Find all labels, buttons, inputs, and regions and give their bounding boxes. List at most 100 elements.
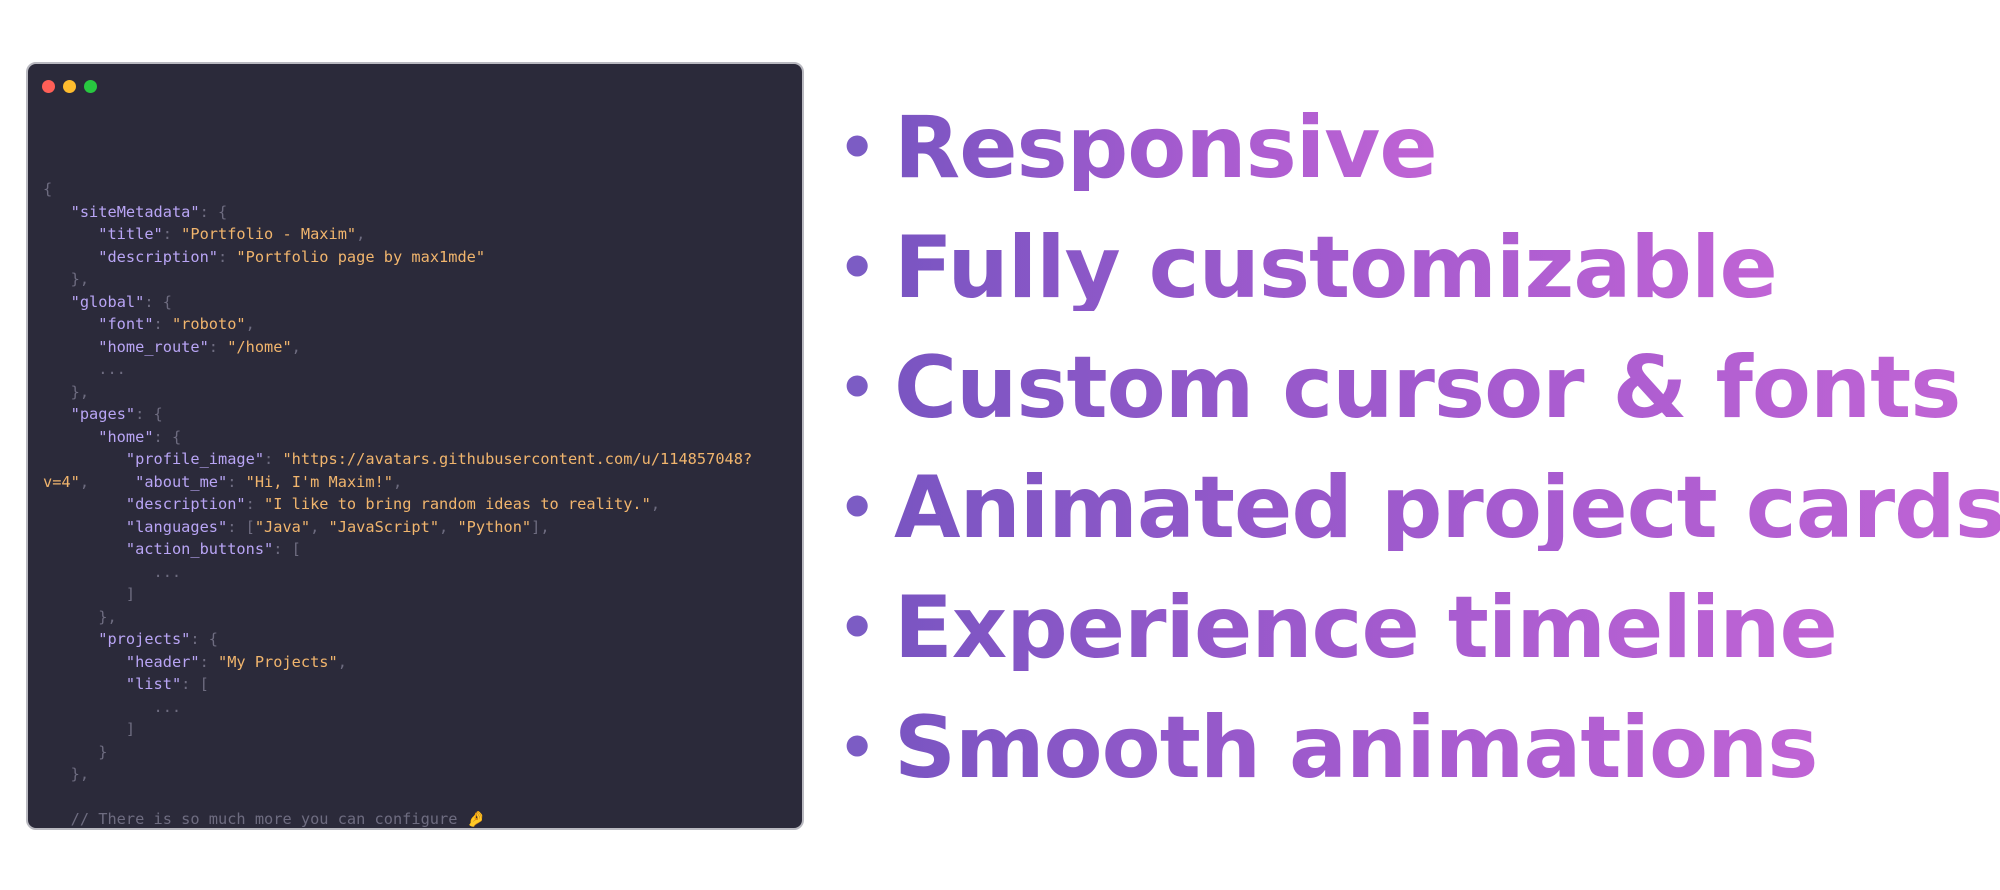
code-token: "Java" [254,517,311,536]
code-token: "global" [70,292,145,311]
feature-item: • Fully customizable [838,208,2000,328]
code-editor-window: { "siteMetadata": { "title": "Portfolio … [26,62,804,830]
code-token: "profile_image" [125,450,265,468]
code-token: "font" [98,315,154,333]
code-token: "home_route" [98,337,209,356]
code-token: "Portfolio - Maxim" [181,225,357,243]
code-token: : [218,247,237,266]
feature-label: Responsive [894,98,1438,198]
code-line: ... [43,561,752,584]
code-line: // There is so much more you can configu… [43,808,752,828]
code-token: : { [199,202,228,221]
code-line: }, [43,268,752,291]
bullet-icon: • [838,593,876,663]
code-token: : [227,472,246,491]
bullet-icon: • [838,713,876,783]
feature-item: • Smooth animations [838,688,2000,808]
code-line: ... [43,358,752,381]
code-token: "/home" [227,337,292,356]
feature-label: Smooth animations [894,698,1818,798]
code-line: "projects": { [43,628,752,651]
code-token: , [356,225,366,243]
code-token: "description" [125,495,246,513]
code-token: ... [43,697,182,716]
feature-label: Experience timeline [894,578,1838,678]
code-token: ... [43,360,126,378]
code-token: "Hi, I'm Maxim!" [245,472,393,491]
code-token: "roboto" [171,315,246,333]
code-token: : { [144,292,172,311]
feature-item: • Experience timeline [838,568,2000,688]
code-line: v=4", "about_me": "Hi, I'm Maxim!", [43,471,752,494]
code-token: }, [43,270,90,288]
code-line: "description": "Portfolio page by max1md… [43,246,752,269]
code-line: "title": "Portfolio - Maxim", [43,223,752,246]
code-token: : { [135,405,163,423]
close-dot[interactable] [42,80,55,93]
code-line: "action_buttons": [ [43,538,752,561]
bullet-icon: • [838,473,876,543]
code-token: } [43,742,108,761]
code-token: "header" [125,652,200,671]
feature-label: Animated project cards [894,465,2000,551]
code-token: : [264,450,283,468]
feature-item: • Animated project cards [838,448,2000,568]
code-token: }, [43,382,90,401]
code-line: { [43,178,752,201]
code-token: ] [43,720,136,738]
code-token: , [439,517,458,536]
feature-item: • Custom cursor & fonts [838,328,2000,448]
code-line: ] [43,718,752,741]
code-line: "description": "I like to bring random i… [43,493,752,516]
code-token: "projects" [98,630,191,648]
feature-label: Custom cursor & fonts [894,338,1961,438]
code-token: , [79,472,136,491]
code-token: : [208,337,228,356]
code-token: "https://avatars.githubusercontent.com/u… [282,450,753,468]
code-token: , [310,517,329,536]
code-token: v=4" [43,472,80,491]
code-token: "about_me" [135,472,228,491]
code-token: "Portfolio page by max1mde" [236,247,486,266]
code-token: }, [43,607,117,626]
code-token: : [ [227,517,255,536]
code-token: "action_buttons" [125,540,274,558]
code-token: "home" [98,427,154,446]
code-token: , [393,472,403,491]
code-token: // There is so much more you can configu… [43,810,467,828]
code-token: : { [153,427,182,446]
minimize-dot[interactable] [63,80,76,93]
code-token: , [650,495,661,513]
code-line: }, [43,606,752,629]
code-token: "pages" [70,405,136,423]
zoom-dot[interactable] [84,80,97,93]
feature-item: • Responsive [838,88,2000,208]
code-line: "siteMetadata": { [43,201,752,224]
feature-label: Fully customizable [894,218,1778,318]
code-line: "home": { [43,426,752,449]
code-token: : [199,652,218,671]
code-line: "home_route": "/home", [43,336,752,359]
code-line: }, [43,763,752,786]
code-token: "languages" [125,517,228,536]
code-token: ], [531,517,550,536]
code-token: , [291,337,301,356]
code-token: "I like to bring random ideas to reality… [264,495,651,513]
code-line: }, [43,381,752,404]
code-token: : [245,495,265,513]
code-token: : [ [273,540,301,558]
code-token: ... [43,562,182,581]
code-line: ... [43,696,752,719]
